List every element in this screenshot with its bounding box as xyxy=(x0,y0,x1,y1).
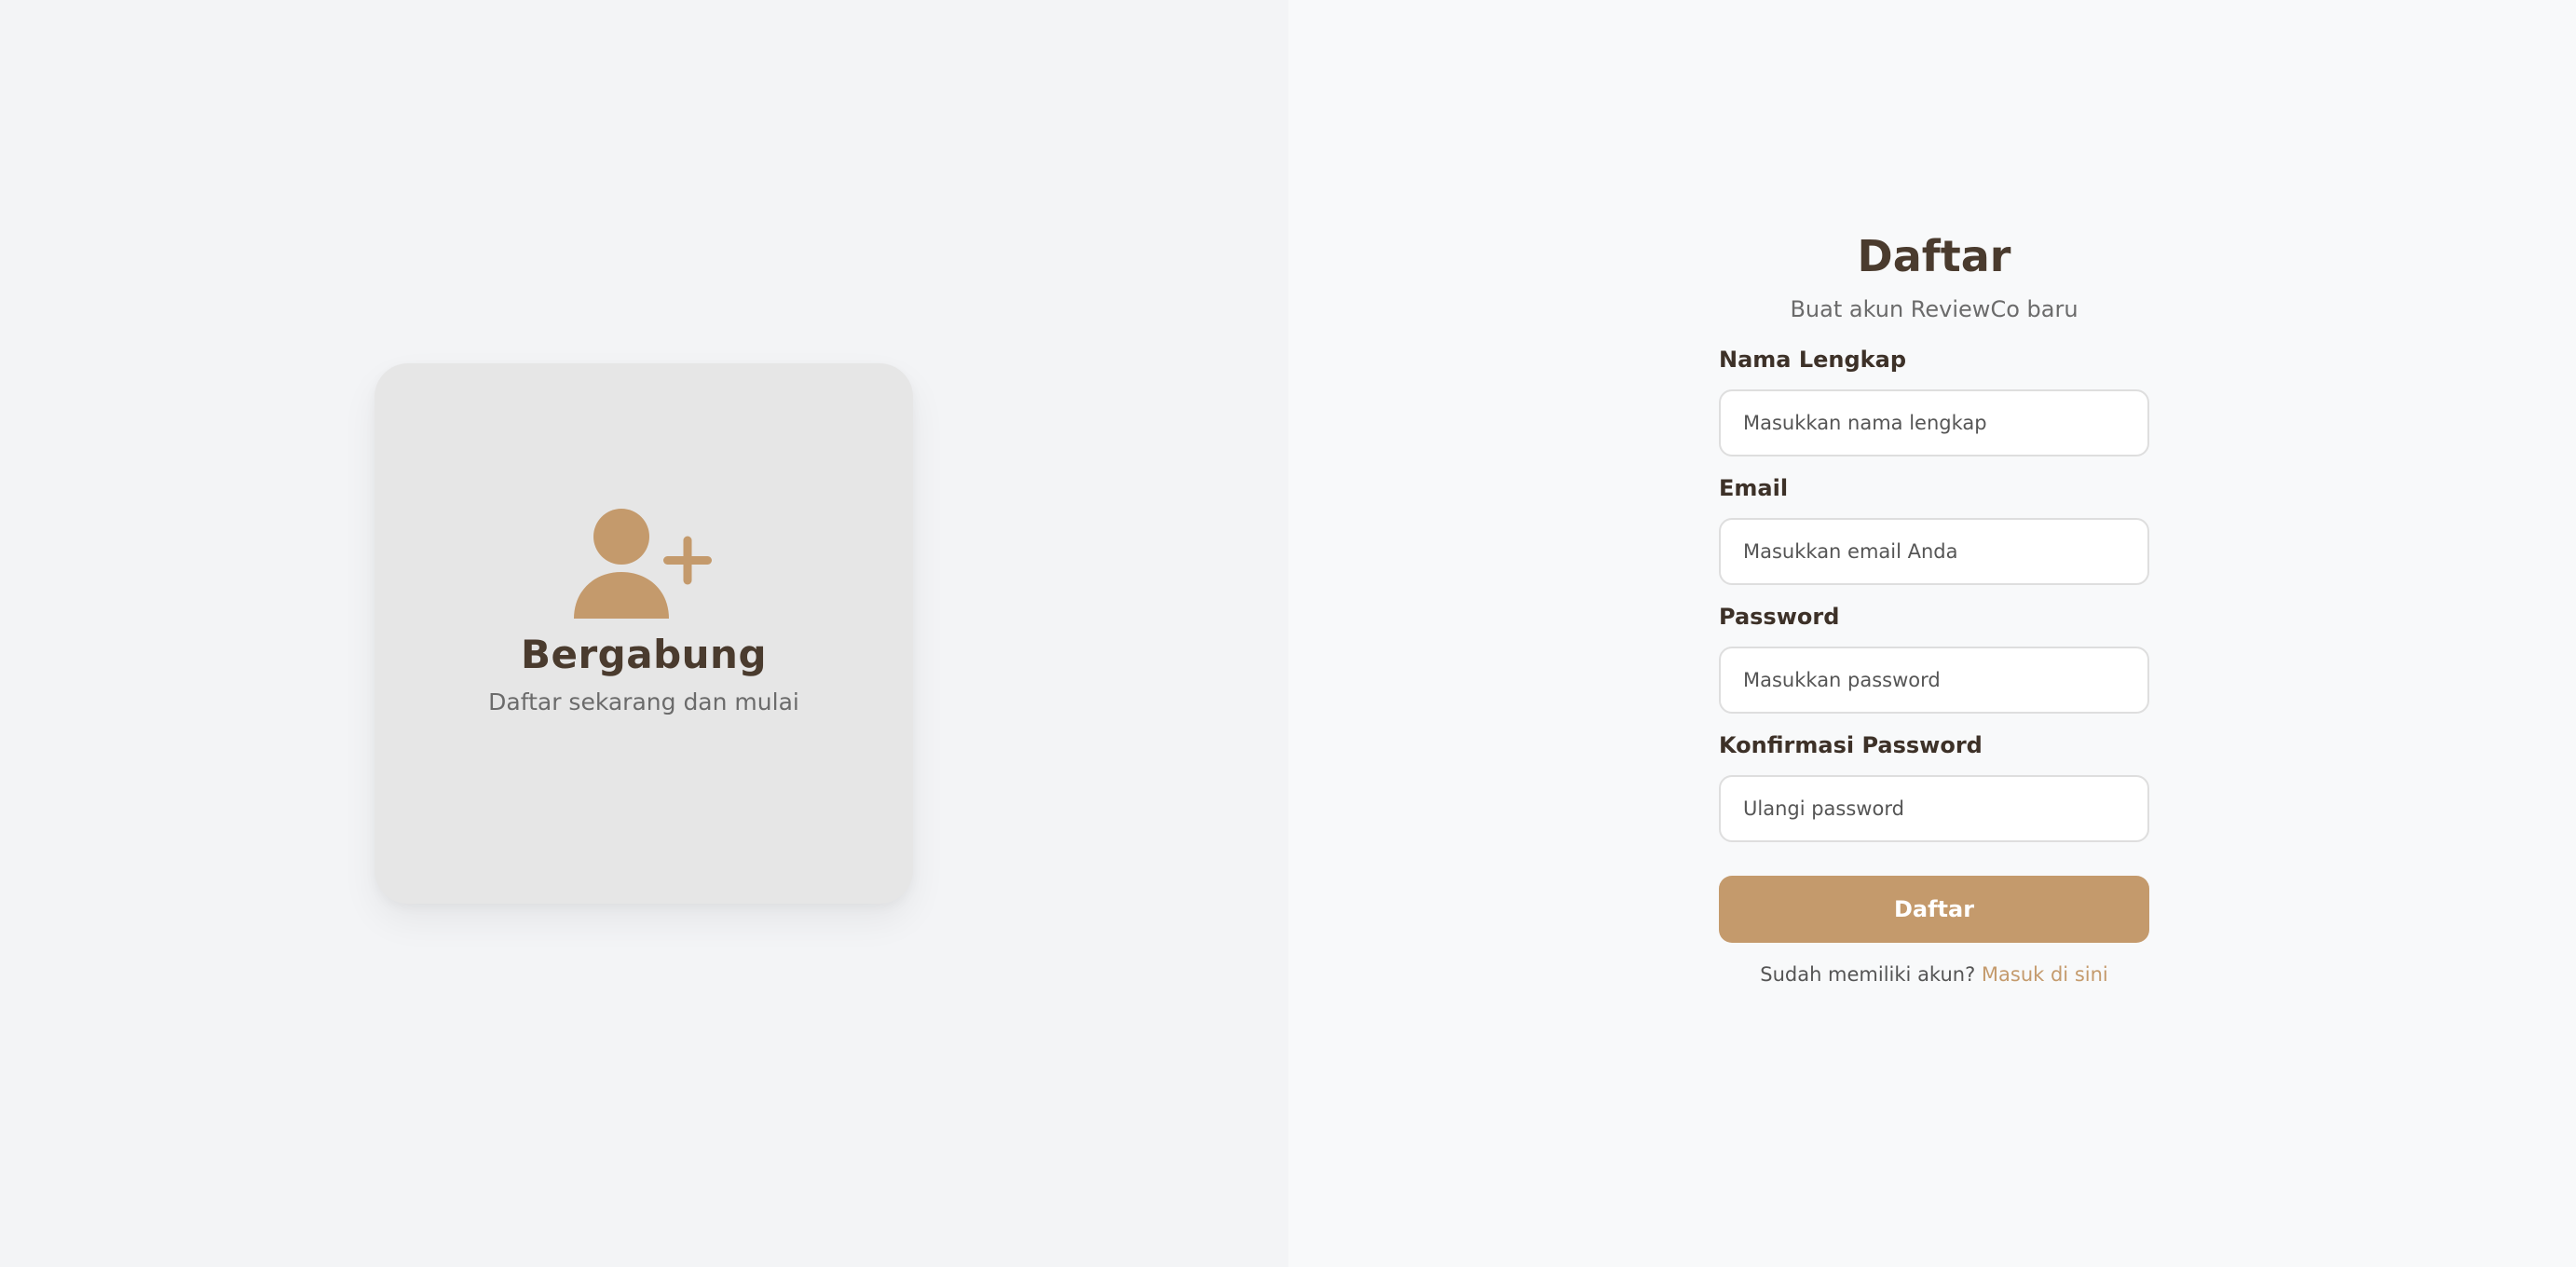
form-subtitle: Buat akun ReviewCo baru xyxy=(1790,296,2079,322)
login-prompt-text: Sudah memiliki akun? xyxy=(1760,963,1976,986)
field-password: Password xyxy=(1719,598,2149,714)
join-title: Bergabung xyxy=(520,632,768,677)
join-card: Bergabung Daftar sekarang dan mulai xyxy=(375,363,913,904)
user-plus-icon xyxy=(574,509,712,619)
join-subtitle: Daftar sekarang dan mulai xyxy=(488,688,799,715)
register-form: Daftar Buat akun ReviewCo baru Nama Leng… xyxy=(1719,224,2149,986)
confirm-password-label: Konfirmasi Password xyxy=(1719,732,1983,758)
right-panel: Daftar Buat akun ReviewCo baru Nama Leng… xyxy=(1288,0,2576,1267)
email-label: Email xyxy=(1719,475,1789,501)
password-label: Password xyxy=(1719,604,1840,630)
field-email: Email xyxy=(1719,470,2149,585)
left-panel: Bergabung Daftar sekarang dan mulai xyxy=(0,0,1288,1267)
confirm-password-input[interactable] xyxy=(1719,775,2149,842)
register-button[interactable]: Daftar xyxy=(1719,876,2149,943)
full-name-label: Nama Lengkap xyxy=(1719,347,1907,373)
field-full-name: Nama Lengkap xyxy=(1719,341,2149,456)
password-input[interactable] xyxy=(1719,647,2149,714)
login-prompt-line: Sudah memiliki akun? Masuk di sini xyxy=(1719,963,2149,986)
field-confirm-password: Konfirmasi Password xyxy=(1719,727,2149,842)
email-input[interactable] xyxy=(1719,518,2149,585)
register-page: Bergabung Daftar sekarang dan mulai Daft… xyxy=(0,0,2576,1267)
full-name-input[interactable] xyxy=(1719,389,2149,456)
login-link[interactable]: Masuk di sini xyxy=(1982,963,2108,986)
form-title: Daftar xyxy=(1857,231,2011,281)
